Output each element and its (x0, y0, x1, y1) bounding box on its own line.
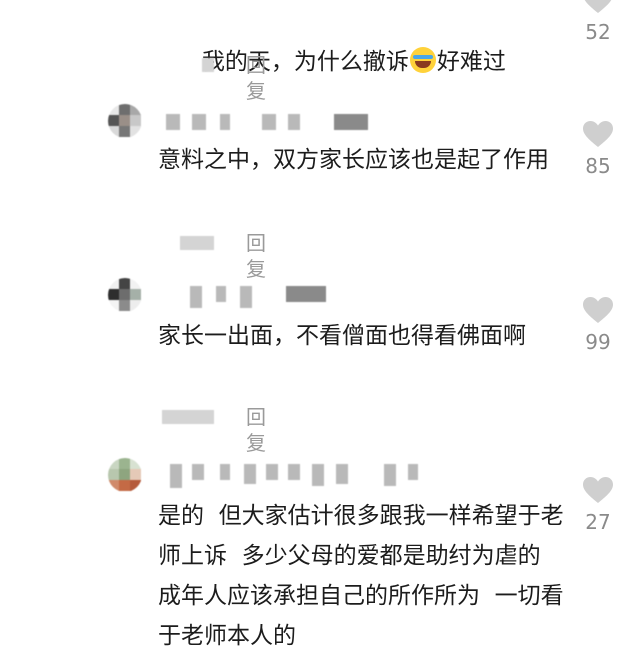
rofl-emoji-icon (409, 47, 436, 73)
timestamp-redacted (162, 410, 214, 424)
avatar[interactable] (108, 104, 142, 138)
heart-icon (584, 0, 612, 13)
reply-button[interactable]: 回复 (246, 404, 266, 456)
reply-button[interactable]: 回复 (246, 52, 266, 104)
like-count: 27 (585, 510, 611, 534)
like-count: 99 (585, 330, 611, 354)
avatar[interactable] (108, 458, 142, 492)
timestamp-redacted (180, 236, 214, 250)
reply-button[interactable]: 回复 (246, 230, 266, 282)
like-button[interactable]: 52 (576, 0, 620, 44)
like-button[interactable]: 85 (576, 120, 620, 178)
comment-text-part: 好难过 (436, 49, 506, 75)
like-count: 52 (585, 20, 611, 44)
avatar[interactable] (108, 278, 142, 312)
comment-text-part: 我的天，为什么撤诉 (201, 49, 409, 75)
like-button[interactable]: 27 (576, 476, 620, 534)
like-button[interactable]: 99 (576, 296, 620, 354)
heart-icon (583, 297, 613, 323)
heart-icon (583, 477, 613, 503)
comment-text: 意料之中，双方家长应该也是起了作用 (158, 147, 549, 173)
comment-feed: 我的天，为什么撤诉 好难过 回复 52 意料之中，双方家长应该也是起了作用 回复… (0, 0, 640, 657)
like-count: 85 (585, 154, 611, 178)
comment-text: 我的天，为什么撤诉 好难过 (158, 2, 568, 122)
comment-text: 家长一出面，不看僧面也得看佛面啊 (158, 323, 526, 349)
comment-text: 是的 但大家估计很多跟我一样希望于老师上诉 多少父母的爱都是助纣为虐的 成年人应… (158, 503, 564, 649)
heart-icon (583, 121, 613, 147)
timestamp-redacted (202, 58, 214, 72)
